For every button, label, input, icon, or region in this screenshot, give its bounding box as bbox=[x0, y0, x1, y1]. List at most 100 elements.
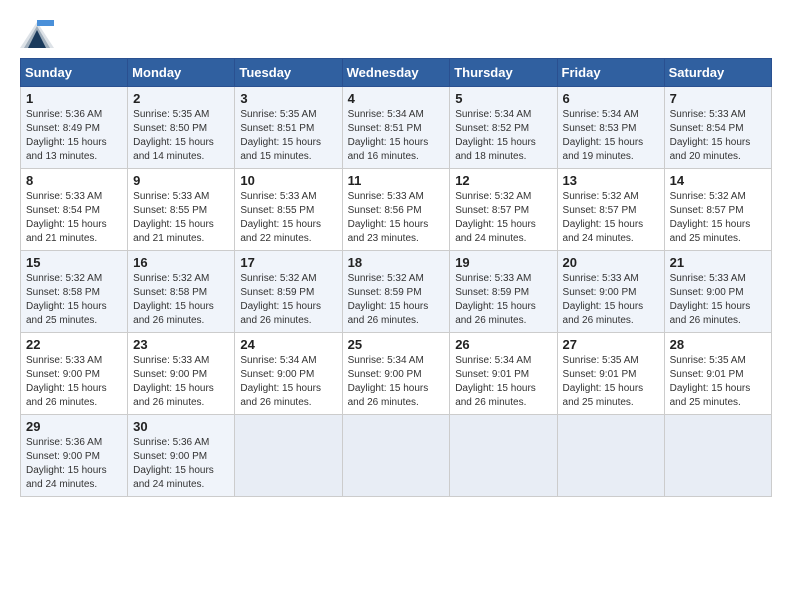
daylight-label: Daylight: 15 hours and 26 minutes. bbox=[133, 301, 214, 326]
day-number: 26 bbox=[455, 337, 551, 352]
calendar-day-27: 27 Sunrise: 5:35 AM Sunset: 9:01 PM Dayl… bbox=[557, 333, 664, 415]
empty-cell bbox=[342, 415, 450, 497]
sunrise-label: Sunrise: 5:32 AM bbox=[133, 273, 209, 284]
sunrise-label: Sunrise: 5:36 AM bbox=[26, 109, 102, 120]
day-number: 10 bbox=[240, 173, 336, 188]
daylight-label: Daylight: 15 hours and 25 minutes. bbox=[670, 383, 751, 408]
day-info: Sunrise: 5:32 AM Sunset: 8:59 PM Dayligh… bbox=[240, 272, 336, 328]
sunset-label: Sunset: 8:53 PM bbox=[563, 123, 637, 134]
day-info: Sunrise: 5:36 AM Sunset: 9:00 PM Dayligh… bbox=[133, 436, 229, 492]
day-number: 30 bbox=[133, 419, 229, 434]
day-number: 9 bbox=[133, 173, 229, 188]
day-number: 20 bbox=[563, 255, 659, 270]
day-number: 19 bbox=[455, 255, 551, 270]
empty-cell bbox=[235, 415, 342, 497]
daylight-label: Daylight: 15 hours and 25 minutes. bbox=[670, 219, 751, 244]
day-info: Sunrise: 5:32 AM Sunset: 8:57 PM Dayligh… bbox=[563, 190, 659, 246]
daylight-label: Daylight: 15 hours and 19 minutes. bbox=[563, 137, 644, 162]
daylight-label: Daylight: 15 hours and 25 minutes. bbox=[563, 383, 644, 408]
day-number: 17 bbox=[240, 255, 336, 270]
sunrise-label: Sunrise: 5:33 AM bbox=[26, 355, 102, 366]
sunset-label: Sunset: 8:50 PM bbox=[133, 123, 207, 134]
sunrise-label: Sunrise: 5:36 AM bbox=[133, 437, 209, 448]
sunset-label: Sunset: 9:01 PM bbox=[563, 369, 637, 380]
day-info: Sunrise: 5:32 AM Sunset: 8:57 PM Dayligh… bbox=[455, 190, 551, 246]
day-number: 22 bbox=[26, 337, 122, 352]
day-info: Sunrise: 5:33 AM Sunset: 8:56 PM Dayligh… bbox=[348, 190, 445, 246]
empty-cell bbox=[557, 415, 664, 497]
day-number: 28 bbox=[670, 337, 766, 352]
weekday-header-tuesday: Tuesday bbox=[235, 59, 342, 87]
sunset-label: Sunset: 8:57 PM bbox=[563, 205, 637, 216]
day-number: 24 bbox=[240, 337, 336, 352]
sunrise-label: Sunrise: 5:32 AM bbox=[348, 273, 424, 284]
sunrise-label: Sunrise: 5:35 AM bbox=[563, 355, 639, 366]
sunrise-label: Sunrise: 5:32 AM bbox=[240, 273, 316, 284]
sunrise-label: Sunrise: 5:33 AM bbox=[563, 273, 639, 284]
calendar-body: 1 Sunrise: 5:36 AM Sunset: 8:49 PM Dayli… bbox=[21, 87, 772, 497]
day-info: Sunrise: 5:33 AM Sunset: 8:54 PM Dayligh… bbox=[670, 108, 766, 164]
weekday-header-friday: Friday bbox=[557, 59, 664, 87]
calendar-day-23: 23 Sunrise: 5:33 AM Sunset: 9:00 PM Dayl… bbox=[128, 333, 235, 415]
sunrise-label: Sunrise: 5:33 AM bbox=[670, 273, 746, 284]
calendar-day-25: 25 Sunrise: 5:34 AM Sunset: 9:00 PM Dayl… bbox=[342, 333, 450, 415]
sunset-label: Sunset: 8:59 PM bbox=[348, 287, 422, 298]
daylight-label: Daylight: 15 hours and 26 minutes. bbox=[133, 383, 214, 408]
day-number: 15 bbox=[26, 255, 122, 270]
sunrise-label: Sunrise: 5:34 AM bbox=[348, 355, 424, 366]
sunrise-label: Sunrise: 5:33 AM bbox=[26, 191, 102, 202]
daylight-label: Daylight: 15 hours and 26 minutes. bbox=[455, 301, 536, 326]
sunset-label: Sunset: 8:49 PM bbox=[26, 123, 100, 134]
sunset-label: Sunset: 8:51 PM bbox=[348, 123, 422, 134]
day-number: 18 bbox=[348, 255, 445, 270]
day-number: 1 bbox=[26, 91, 122, 106]
sunrise-label: Sunrise: 5:33 AM bbox=[455, 273, 531, 284]
day-info: Sunrise: 5:34 AM Sunset: 8:51 PM Dayligh… bbox=[348, 108, 445, 164]
sunset-label: Sunset: 8:54 PM bbox=[26, 205, 100, 216]
daylight-label: Daylight: 15 hours and 16 minutes. bbox=[348, 137, 429, 162]
calendar-week-1: 1 Sunrise: 5:36 AM Sunset: 8:49 PM Dayli… bbox=[21, 87, 772, 169]
daylight-label: Daylight: 15 hours and 26 minutes. bbox=[240, 301, 321, 326]
calendar-day-20: 20 Sunrise: 5:33 AM Sunset: 9:00 PM Dayl… bbox=[557, 251, 664, 333]
sunrise-label: Sunrise: 5:33 AM bbox=[133, 191, 209, 202]
sunrise-label: Sunrise: 5:34 AM bbox=[455, 355, 531, 366]
sunset-label: Sunset: 8:59 PM bbox=[455, 287, 529, 298]
calendar-day-18: 18 Sunrise: 5:32 AM Sunset: 8:59 PM Dayl… bbox=[342, 251, 450, 333]
calendar-day-24: 24 Sunrise: 5:34 AM Sunset: 9:00 PM Dayl… bbox=[235, 333, 342, 415]
sunset-label: Sunset: 8:52 PM bbox=[455, 123, 529, 134]
daylight-label: Daylight: 15 hours and 24 minutes. bbox=[133, 465, 214, 490]
calendar-day-11: 11 Sunrise: 5:33 AM Sunset: 8:56 PM Dayl… bbox=[342, 169, 450, 251]
daylight-label: Daylight: 15 hours and 25 minutes. bbox=[26, 301, 107, 326]
day-info: Sunrise: 5:33 AM Sunset: 9:00 PM Dayligh… bbox=[670, 272, 766, 328]
daylight-label: Daylight: 15 hours and 21 minutes. bbox=[26, 219, 107, 244]
logo bbox=[20, 20, 54, 48]
calendar-day-3: 3 Sunrise: 5:35 AM Sunset: 8:51 PM Dayli… bbox=[235, 87, 342, 169]
calendar-day-30: 30 Sunrise: 5:36 AM Sunset: 9:00 PM Dayl… bbox=[128, 415, 235, 497]
sunrise-label: Sunrise: 5:34 AM bbox=[240, 355, 316, 366]
daylight-label: Daylight: 15 hours and 26 minutes. bbox=[563, 301, 644, 326]
daylight-label: Daylight: 15 hours and 26 minutes. bbox=[26, 383, 107, 408]
calendar-table: SundayMondayTuesdayWednesdayThursdayFrid… bbox=[20, 58, 772, 497]
logo-icon bbox=[20, 20, 50, 48]
daylight-label: Daylight: 15 hours and 13 minutes. bbox=[26, 137, 107, 162]
day-number: 23 bbox=[133, 337, 229, 352]
sunrise-label: Sunrise: 5:34 AM bbox=[563, 109, 639, 120]
day-info: Sunrise: 5:35 AM Sunset: 8:50 PM Dayligh… bbox=[133, 108, 229, 164]
day-number: 6 bbox=[563, 91, 659, 106]
daylight-label: Daylight: 15 hours and 26 minutes. bbox=[348, 383, 429, 408]
daylight-label: Daylight: 15 hours and 18 minutes. bbox=[455, 137, 536, 162]
day-info: Sunrise: 5:32 AM Sunset: 8:58 PM Dayligh… bbox=[133, 272, 229, 328]
day-number: 8 bbox=[26, 173, 122, 188]
calendar-day-1: 1 Sunrise: 5:36 AM Sunset: 8:49 PM Dayli… bbox=[21, 87, 128, 169]
daylight-label: Daylight: 15 hours and 21 minutes. bbox=[133, 219, 214, 244]
day-info: Sunrise: 5:33 AM Sunset: 9:00 PM Dayligh… bbox=[563, 272, 659, 328]
sunrise-label: Sunrise: 5:33 AM bbox=[133, 355, 209, 366]
daylight-label: Daylight: 15 hours and 14 minutes. bbox=[133, 137, 214, 162]
sunset-label: Sunset: 8:57 PM bbox=[670, 205, 744, 216]
calendar-day-15: 15 Sunrise: 5:32 AM Sunset: 8:58 PM Dayl… bbox=[21, 251, 128, 333]
sunset-label: Sunset: 9:00 PM bbox=[563, 287, 637, 298]
calendar-day-17: 17 Sunrise: 5:32 AM Sunset: 8:59 PM Dayl… bbox=[235, 251, 342, 333]
sunset-label: Sunset: 8:55 PM bbox=[133, 205, 207, 216]
day-number: 13 bbox=[563, 173, 659, 188]
sunrise-label: Sunrise: 5:35 AM bbox=[240, 109, 316, 120]
